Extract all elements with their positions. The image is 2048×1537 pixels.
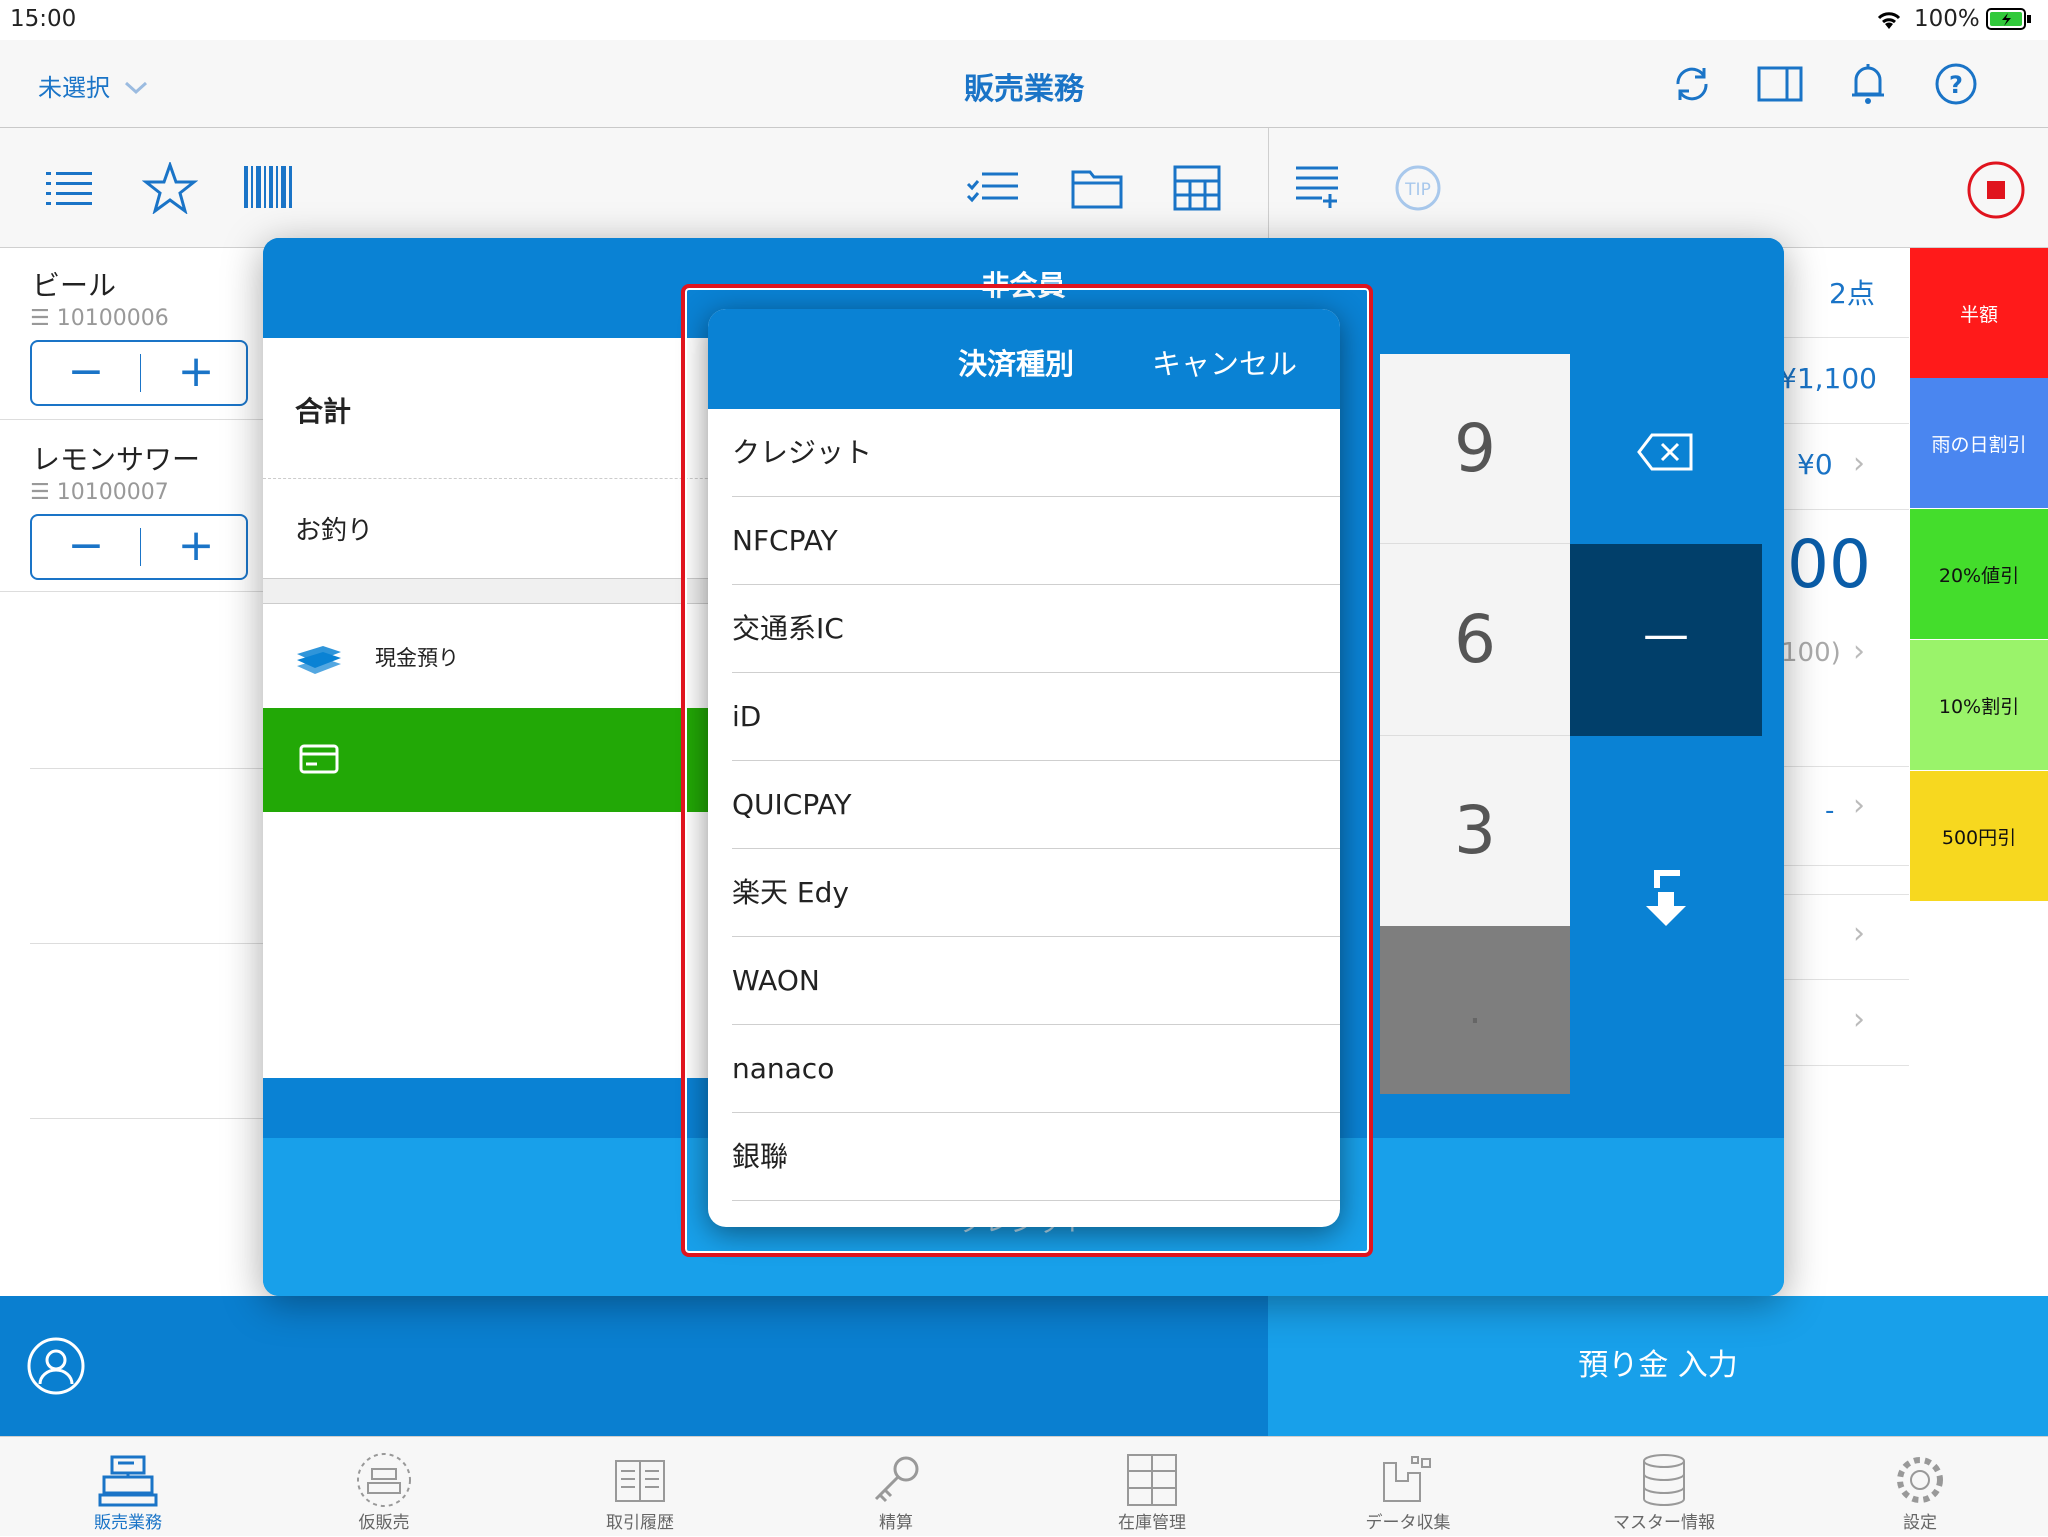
backspace-icon[interactable]	[1636, 432, 1694, 472]
cash-register-icon	[98, 1455, 158, 1507]
svg-text:TIP: TIP	[1404, 180, 1431, 200]
item-count: 2点	[1829, 277, 1875, 310]
list-view-icon[interactable]	[44, 168, 94, 208]
tab-master-data[interactable]: マスター情報	[1536, 1437, 1792, 1537]
chevron-right-icon: ›	[1853, 916, 1865, 951]
tab-provisional-sales[interactable]: 仮販売	[256, 1437, 512, 1537]
cabinet-icon	[1127, 1454, 1177, 1506]
add-line-item-icon[interactable]	[1294, 162, 1340, 212]
chevron-right-icon: ›	[1853, 634, 1865, 669]
amount-detail: 100)	[1781, 638, 1841, 668]
grid-view-icon[interactable]	[1172, 164, 1222, 212]
decrement-button[interactable]: −	[32, 342, 140, 404]
tip-icon[interactable]: TIP	[1394, 164, 1442, 212]
discount-button[interactable]: 半額	[1910, 248, 2048, 378]
favorite-star-icon[interactable]	[142, 162, 198, 214]
refresh-icon[interactable]	[1670, 62, 1714, 106]
deposit-input-button[interactable]: 預り金 入力	[1268, 1296, 2048, 1436]
subtotal-value: ¥1,100	[1779, 362, 1877, 395]
product-toolbar: TIP	[0, 128, 2048, 248]
highlight-frame	[681, 284, 1373, 1257]
data-chart-icon	[1383, 1456, 1431, 1502]
key-icon	[874, 1456, 919, 1503]
tab-inventory[interactable]: 在庫管理	[1024, 1437, 1280, 1537]
chevron-right-icon: ›	[1853, 1002, 1865, 1037]
book-icon	[615, 1460, 665, 1502]
total-amount: 00	[1787, 526, 1871, 603]
battery-percent: 100%	[1914, 6, 1980, 32]
key-6[interactable]: 6	[1380, 544, 1570, 736]
discount-button[interactable]: 10%割引	[1910, 640, 2048, 770]
split-view-icon[interactable]	[1756, 64, 1804, 104]
decrement-button[interactable]: −	[32, 516, 140, 578]
bell-icon[interactable]	[1848, 60, 1888, 108]
discount-value: ¥0	[1797, 448, 1833, 481]
increment-button[interactable]: +	[142, 342, 250, 404]
page-title: 販売業務	[964, 72, 1084, 107]
customer-avatar-icon[interactable]	[26, 1336, 86, 1396]
quantity-stepper: − +	[30, 514, 248, 580]
item-code-row: ☰ 10100007	[30, 480, 169, 505]
chevron-right-icon: ›	[1853, 788, 1865, 823]
credit-card-icon	[299, 744, 339, 774]
increment-button[interactable]: +	[142, 516, 250, 578]
tab-transaction-history[interactable]: 取引履歴	[512, 1437, 768, 1537]
svg-text:?: ?	[1949, 71, 1963, 99]
total-label: 合計	[295, 395, 352, 428]
key-3[interactable]: 3	[1380, 736, 1570, 926]
item-code: 10100007	[56, 480, 169, 505]
gear-icon	[1897, 1457, 1943, 1503]
tab-settlement[interactable]: 精算	[768, 1437, 1024, 1537]
key-decimal[interactable]: .	[1380, 926, 1570, 1094]
menu-lines-icon: ☰	[30, 306, 50, 331]
folder-icon[interactable]	[1070, 164, 1124, 210]
numeric-keypad: 9 6 3 .	[1380, 354, 1570, 1094]
cash-stack-icon	[297, 646, 341, 674]
discount-button[interactable]: 雨の日割引	[1910, 378, 2048, 508]
tab-data-collection[interactable]: データ収集	[1280, 1437, 1536, 1537]
menu-lines-icon: ☰	[30, 480, 50, 505]
tab-settings[interactable]: 設定	[1792, 1437, 2048, 1537]
status-time: 15:00	[10, 6, 77, 32]
chevron-right-icon: ›	[1853, 446, 1865, 481]
item-name: レモンサワー	[32, 443, 201, 476]
battery-icon	[1986, 8, 2031, 30]
quantity-stepper: − +	[30, 340, 248, 406]
database-icon	[1643, 1454, 1685, 1506]
top-navigation-bar: 未選択 販売業務 ?	[0, 40, 2048, 128]
dash-value: -	[1825, 796, 1835, 826]
discount-button[interactable]: 20%値引	[1910, 509, 2048, 639]
item-code: 10100006	[56, 306, 169, 331]
item-code-row: ☰ 10100006	[30, 306, 169, 331]
checklist-icon[interactable]	[966, 168, 1020, 208]
item-name: ビール	[32, 269, 117, 302]
tab-sales[interactable]: 販売業務	[0, 1437, 256, 1537]
cash-label: 現金預り	[375, 646, 459, 670]
status-bar: 15:00 100%	[0, 0, 2048, 40]
change-label: お釣り	[295, 516, 374, 546]
minus-key[interactable]: —	[1570, 544, 1762, 736]
enter-arrow-icon[interactable]	[1640, 866, 1692, 930]
discount-button[interactable]: 500円引	[1910, 771, 2048, 901]
stop-record-icon[interactable]	[1966, 160, 2026, 220]
key-9[interactable]: 9	[1380, 354, 1570, 544]
wifi-icon	[1877, 12, 1901, 29]
customer-bar	[0, 1296, 1268, 1436]
keypad-function-column: —	[1570, 354, 1762, 1094]
dashed-register-icon	[357, 1453, 411, 1507]
help-icon[interactable]: ?	[1934, 62, 1978, 106]
bottom-tab-bar: 販売業務 仮販売 取引履歴 精算 在庫管理 データ収集 マスター情報 設定	[0, 1436, 2048, 1536]
barcode-icon[interactable]	[242, 164, 296, 210]
